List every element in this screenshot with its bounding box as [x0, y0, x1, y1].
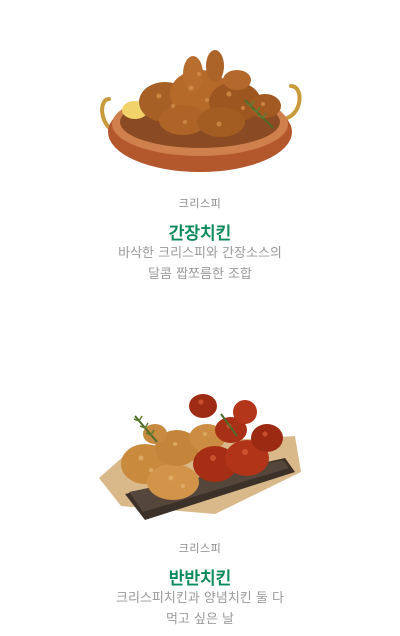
description-line-2: 먹고 싶은 날	[165, 612, 235, 627]
description-line-1: 크리스피치킨과 양념치킨 둘 다	[116, 591, 284, 606]
menu-item-name[interactable]: 반반치킨	[0, 564, 400, 589]
description-line-1: 바삭한 크리스피와 간장소스의	[118, 246, 282, 261]
menu-card-soy-chicken[interactable]: 크리스피 간장치킨 바삭한 크리스피와 간장소스의 달콤 짭쪼름한 조합	[0, 0, 400, 320]
menu-category: 크리스피	[178, 542, 222, 555]
description-line-2: 달콤 짭쪼름한 조합	[148, 267, 252, 282]
menu-card-half-half-chicken[interactable]: 크리스피 반반치킨 크리스피치킨과 양념치킨 둘 다 먹고 싶은 날	[0, 338, 400, 636]
menu-item-description: 바삭한 크리스피와 간장소스의 달콤 짭쪼름한 조합	[0, 243, 400, 285]
menu-item-description: 크리스피치킨과 양념치킨 둘 다 먹고 싶은 날	[0, 588, 400, 630]
half-half-chicken-on-tray-image[interactable]	[95, 386, 305, 526]
menu-category: 크리스피	[178, 197, 222, 210]
soy-chicken-in-copper-pan-image[interactable]	[95, 44, 305, 179]
menu-item-name[interactable]: 간장치킨	[0, 219, 400, 244]
